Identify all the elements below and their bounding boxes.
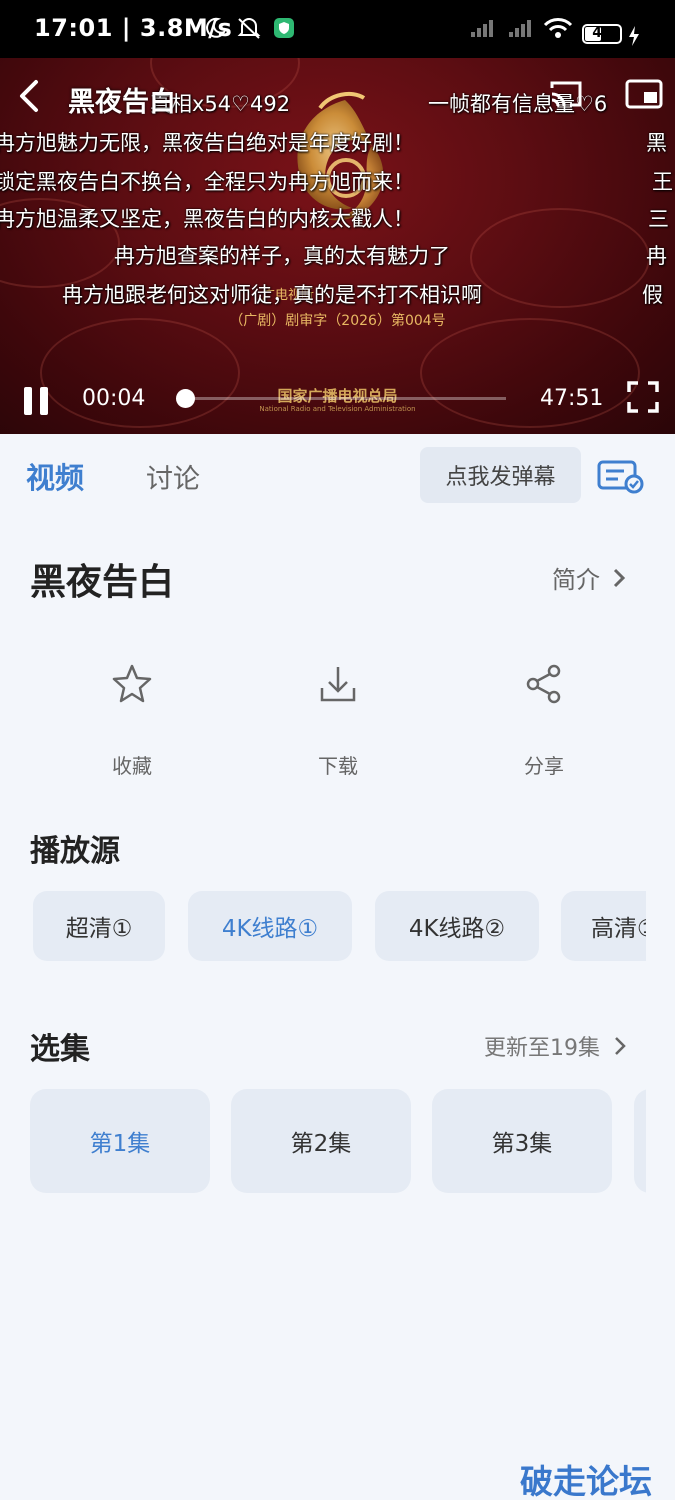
danmaku-settings-icon[interactable] [596,458,644,494]
share-label: 分享 [524,754,564,778]
cloud-pattern [470,208,650,308]
signal-icon [506,14,536,42]
danmaku-comment: 冉方旭查案的样子，真的太有魅力了 [114,244,450,268]
danmaku-comment: 黑 [646,131,667,155]
danmaku-comment: 冉方旭跟老何这对师徒，真的是不打不相识啊 [62,283,482,307]
show-title: 黑夜告白 [30,562,175,603]
video-player[interactable]: 广电视听 （广剧）剧审字（2026）第004号 国家广播电视总局 Nationa… [0,58,675,434]
episode-item[interactable]: 第3集 [432,1089,612,1193]
danmaku-comment: 假 [642,283,663,307]
episodes-section-title: 选集 [30,1032,90,1067]
chevron-right-icon [613,568,626,587]
download-button[interactable]: 下载 [278,662,398,779]
source-list[interactable]: 超清① 4K线路① 4K线路② 高清① [0,891,646,963]
episode-item-selected[interactable]: 第1集 [30,1089,210,1193]
forum-watermark: 破走论坛 [520,1462,652,1500]
share-icon [526,664,561,704]
source-section-title: 播放源 [30,834,120,869]
chevron-right-icon [615,1037,626,1055]
cast-icon[interactable] [548,78,584,110]
source-option[interactable]: 4K线路② [375,891,539,961]
wifi-icon [542,14,574,42]
source-option[interactable]: 超清① [33,891,165,961]
danmaku-comment: 锁定黑夜告白不换台，全程只为冉方旭而来！ [0,170,414,194]
send-danmaku-button[interactable]: 点我发弹幕 [420,447,581,503]
download-label: 下载 [318,754,358,778]
fullscreen-icon[interactable] [626,380,660,414]
back-icon[interactable] [14,76,46,116]
pause-icon[interactable] [20,384,52,418]
favorite-label: 收藏 [112,754,152,778]
intro-label: 简介 [552,566,600,594]
episode-item-partial[interactable] [634,1089,646,1193]
episode-update-link[interactable]: 更新至19集 [484,1030,626,1062]
total-time: 47:51 [540,386,604,411]
mute-bell-icon [234,14,264,42]
danmaku-comment: 三 [648,207,669,231]
danmaku-comment: 冉 [646,244,667,268]
current-time: 00:04 [82,386,146,411]
danmaku-comment: 冉方旭魅力无限，黑夜告白绝对是年度好剧！ [0,131,414,155]
source-option-selected[interactable]: 4K线路① [188,891,352,961]
picture-in-picture-icon[interactable] [624,78,664,110]
signal-icon [468,14,498,42]
do-not-disturb-icon [202,14,228,42]
share-button[interactable]: 分享 [484,662,604,779]
download-icon [320,667,356,702]
star-icon [112,664,152,703]
progress-bar[interactable] [186,397,506,400]
favorite-button[interactable]: 收藏 [72,662,192,779]
danmaku-comment: 冉方旭温柔又坚定，黑夜告白的内核太戳人！ [0,207,414,231]
battery-indicator: 46 [582,24,622,44]
episode-list[interactable]: 第1集 第2集 第3集 [0,1089,646,1195]
danmaku-comment: 王 [652,170,673,194]
player-title: 黑夜告白 [68,87,176,118]
charging-icon [626,22,642,50]
tab-discuss[interactable]: 讨论 [146,457,200,496]
source-option[interactable]: 高清① [561,891,646,961]
episode-item[interactable]: 第2集 [231,1089,411,1193]
episode-update-label: 更新至19集 [484,1036,600,1061]
license-line-2: （广剧）剧审字（2026）第004号 [229,313,446,329]
shield-app-icon [272,14,296,42]
tab-video[interactable]: 视频 [26,455,84,497]
intro-link[interactable]: 简介 [552,560,626,595]
status-bar: 17:01 | 3.8M/s 46 [0,0,675,58]
